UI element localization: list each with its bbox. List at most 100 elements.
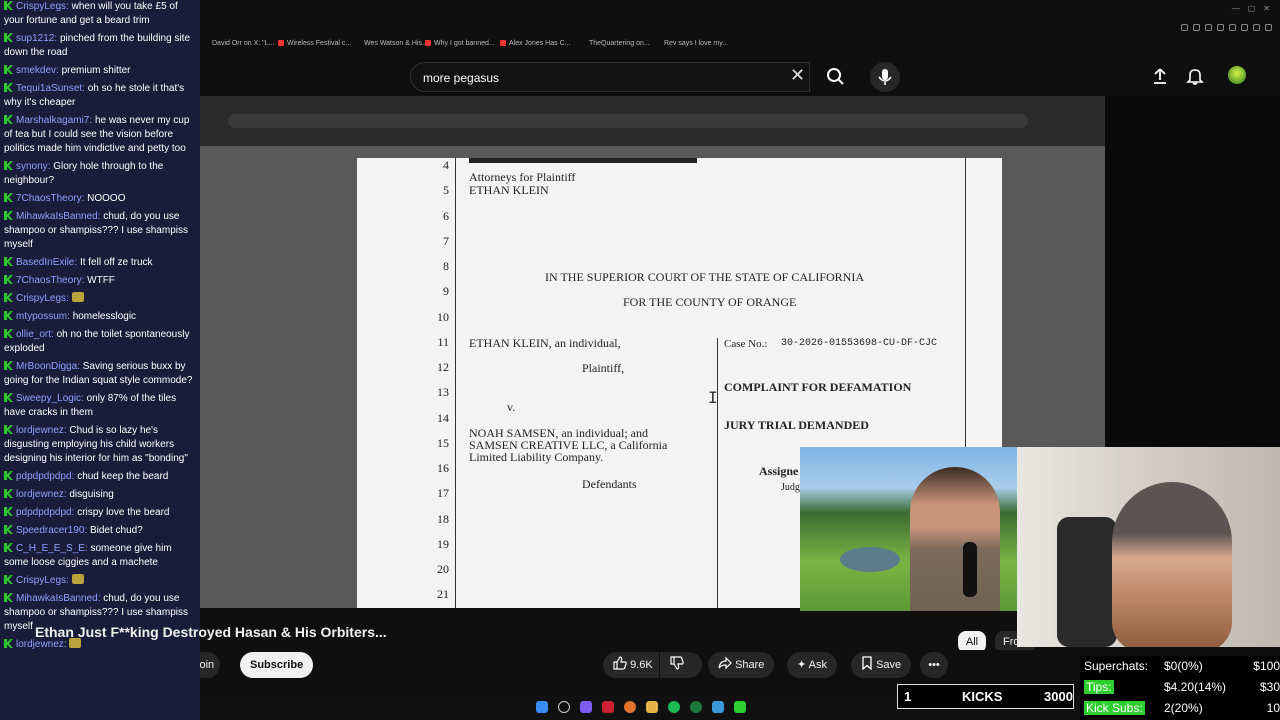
taskbar-search-icon[interactable] bbox=[558, 701, 570, 713]
plaintiff-name: ETHAN KLEIN bbox=[469, 183, 549, 197]
chat-username[interactable]: smekdev bbox=[16, 65, 56, 76]
chat-username[interactable]: 7ChaosTheory bbox=[16, 275, 82, 286]
kick-badge-icon bbox=[4, 293, 13, 302]
browser-tab[interactable]: Wes Watson & His... bbox=[355, 40, 428, 47]
chat-text: WTFF bbox=[87, 275, 115, 286]
windows-start-icon[interactable] bbox=[536, 701, 548, 713]
chat-username[interactable]: lordjewnez bbox=[16, 489, 64, 500]
taskbar-browser-icon[interactable] bbox=[624, 701, 636, 713]
taskbar-xbox-icon[interactable] bbox=[690, 701, 702, 713]
extension-icon[interactable] bbox=[1205, 24, 1212, 31]
kick-subs-row: Kick Subs: 2(20%) 10 bbox=[1084, 701, 1280, 715]
chat-username[interactable]: sup1212 bbox=[16, 33, 54, 44]
line-number: 19 bbox=[437, 537, 449, 551]
extension-icons bbox=[1181, 24, 1272, 34]
chat-username[interactable]: BasedInExile bbox=[16, 257, 74, 268]
taskbar-app-icon[interactable] bbox=[602, 701, 614, 713]
captured-address-bar bbox=[228, 114, 1028, 128]
chat-username[interactable]: synony bbox=[16, 161, 48, 172]
ask-button[interactable]: ✦ Ask bbox=[787, 652, 838, 678]
browser-tab[interactable]: Wireless Festival c... bbox=[278, 40, 351, 47]
live-chat-panel: CrispyLegs: when will you take £5 of you… bbox=[0, 0, 200, 720]
chat-username[interactable]: C_H_E_E_S_E bbox=[16, 543, 85, 554]
chat-username[interactable]: MrBoonDigga bbox=[16, 361, 77, 372]
search-query-text: more pegasus bbox=[423, 71, 500, 85]
stream-goals-overlay: Superchats: $0(0%) $100 Tips: $4.20(14%)… bbox=[1080, 656, 1280, 720]
line-number: 5 bbox=[443, 183, 449, 197]
chat-username[interactable]: 7ChaosTheory bbox=[16, 193, 82, 204]
chat-username[interactable]: Marshalkagami7 bbox=[16, 115, 89, 126]
search-icon[interactable] bbox=[818, 62, 854, 92]
account-avatar[interactable] bbox=[1228, 66, 1246, 84]
extension-icon[interactable] bbox=[1181, 24, 1188, 31]
extension-icon[interactable] bbox=[1193, 24, 1200, 31]
clear-search-icon[interactable]: ✕ bbox=[790, 66, 805, 84]
taskbar-app-icon[interactable] bbox=[580, 701, 592, 713]
subscribe-button[interactable]: Subscribe bbox=[240, 652, 314, 678]
chat-username[interactable]: Speedracer190 bbox=[16, 525, 84, 536]
chat-text: crispy love the beard bbox=[77, 507, 170, 518]
chat-username[interactable]: pdpdpdpdpd bbox=[16, 471, 72, 482]
microphone-icon[interactable] bbox=[870, 62, 900, 92]
dislike-button[interactable] bbox=[660, 652, 702, 678]
chat-text: NOOOO bbox=[87, 193, 126, 204]
share-button[interactable]: Share bbox=[708, 652, 775, 678]
chat-username[interactable]: lordjewnez bbox=[16, 639, 64, 650]
chat-username[interactable]: ollie_ort bbox=[16, 329, 51, 340]
chat-username[interactable]: CrispyLegs bbox=[16, 293, 66, 304]
chat-username[interactable]: Sweepy_Logic bbox=[16, 393, 81, 404]
extension-icon[interactable] bbox=[1217, 24, 1224, 31]
browser-tab[interactable]: David Orr on X: "L... bbox=[203, 40, 274, 47]
extension-icon[interactable] bbox=[1253, 24, 1260, 31]
save-button[interactable]: Save bbox=[851, 652, 912, 678]
chat-username[interactable]: CrispyLegs bbox=[16, 1, 66, 12]
browser-tab[interactable]: Alex Jones Has C... bbox=[500, 40, 570, 47]
chat-username[interactable]: mtypossum bbox=[16, 311, 67, 322]
kick-badge-icon bbox=[4, 257, 13, 266]
chat-text: disguising bbox=[69, 489, 114, 500]
thumbs-up-icon bbox=[613, 656, 627, 670]
line-number: 7 bbox=[443, 234, 449, 248]
search-input[interactable]: more pegasus bbox=[410, 62, 810, 92]
more-icon: ••• bbox=[928, 659, 940, 671]
browser-tab[interactable]: Rev says I love my... bbox=[655, 40, 728, 47]
line-number: 21 bbox=[437, 587, 449, 601]
chat-username[interactable]: MihawkaIsBanned bbox=[16, 593, 98, 604]
browser-tab[interactable]: Why I got banned... bbox=[425, 40, 495, 47]
chat-message: sup1212: pinched from the building site … bbox=[4, 32, 196, 60]
inset-pond bbox=[840, 547, 900, 572]
more-actions-button[interactable]: ••• bbox=[920, 652, 948, 678]
chat-message: pdpdpdpdpd: chud keep the beard bbox=[4, 470, 196, 484]
taskbar-folder-icon[interactable] bbox=[646, 701, 658, 713]
text-cursor-icon: I bbox=[708, 388, 718, 407]
tab-favicon-icon bbox=[580, 40, 586, 46]
extension-icon[interactable] bbox=[1241, 24, 1248, 31]
browser-tab[interactable]: TheQuartering on... bbox=[580, 40, 650, 47]
emote-icon bbox=[71, 292, 84, 302]
extension-icon[interactable] bbox=[1265, 24, 1272, 31]
window-controls: — ▢ ✕ bbox=[1232, 4, 1270, 13]
chat-username[interactable]: Tequi1aSunset bbox=[16, 83, 82, 94]
chat-username[interactable]: CrispyLegs bbox=[16, 575, 66, 586]
extension-icon[interactable] bbox=[1229, 24, 1236, 31]
line-number: 17 bbox=[437, 486, 449, 500]
taskbar-telegram-icon[interactable] bbox=[712, 701, 724, 713]
youtube-header: more pegasus ✕ bbox=[200, 58, 1280, 96]
line-number: 6 bbox=[443, 209, 449, 223]
chat-username[interactable]: MihawkaIsBanned bbox=[16, 211, 98, 222]
share-icon bbox=[718, 656, 732, 670]
line-number: 16 bbox=[437, 461, 449, 475]
taskbar-kick-icon[interactable] bbox=[734, 701, 746, 713]
like-button[interactable]: 9.6K bbox=[603, 652, 659, 678]
chat-username[interactable]: pdpdpdpdpd bbox=[16, 507, 72, 518]
notifications-bell-icon[interactable] bbox=[1185, 66, 1205, 86]
case-caption-divider bbox=[717, 338, 718, 608]
upload-icon[interactable] bbox=[1150, 66, 1170, 86]
chat-message: lordjewnez: Chud is so lazy he's disgust… bbox=[4, 424, 196, 466]
maximize-icon[interactable]: ▢ bbox=[1248, 4, 1256, 13]
close-icon[interactable]: ✕ bbox=[1263, 4, 1270, 13]
chat-username[interactable]: lordjewnez bbox=[16, 425, 64, 436]
taskbar-spotify-icon[interactable] bbox=[668, 701, 680, 713]
chat-message: lordjewnez: bbox=[4, 638, 196, 652]
minimize-icon[interactable]: — bbox=[1232, 4, 1240, 13]
